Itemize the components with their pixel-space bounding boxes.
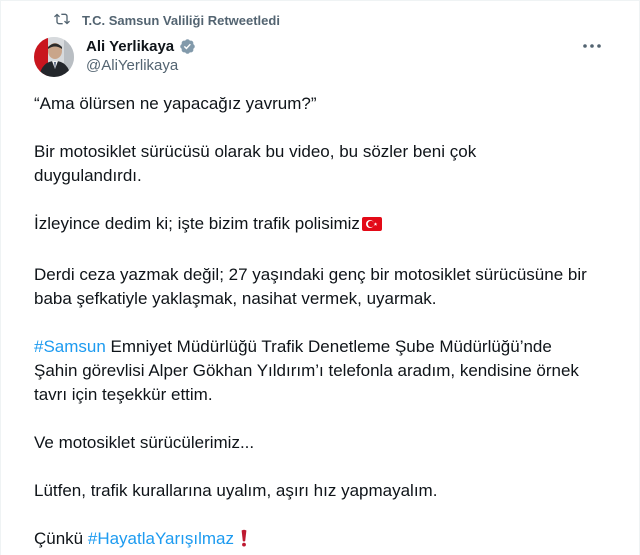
retweet-icon <box>54 11 70 30</box>
tweet-line: Derdi ceza yazmak değil; 27 yaşındaki ge… <box>34 265 587 284</box>
hashtag-samsun-link[interactable]: #Samsun <box>34 337 106 356</box>
tweet-line: Bir motosiklet sürücüsü olarak bu video,… <box>34 142 477 161</box>
tweet-line: Ve motosiklet sürücülerimiz... <box>34 433 255 452</box>
tweet-line: Şahin görevlisi Alper Gökhan Yıldırım’ı … <box>34 361 579 380</box>
turkey-flag-icon <box>361 215 382 239</box>
author-handle[interactable]: @AliYerlikaya <box>86 57 196 74</box>
tweet-line: Çünkü #HayatlaYarışılmaz <box>34 527 614 554</box>
red-exclamation-icon <box>240 529 248 554</box>
author-name[interactable]: Ali Yerlikaya <box>86 38 174 55</box>
more-options-button[interactable] <box>580 38 604 54</box>
tweet-line: Lütfen, trafik kurallarına uyalım, aşırı… <box>34 481 438 500</box>
retweet-context[interactable]: T.C. Samsun Valiliği Retweetledi <box>54 10 280 30</box>
author-block[interactable]: Ali Yerlikaya @AliYerlikaya <box>86 36 196 74</box>
more-icon <box>583 44 601 48</box>
tweet-line: baba şefkatiyle yaklaşmak, nasihat verme… <box>34 289 437 308</box>
tweet-line: duygulandırdı. <box>34 166 142 185</box>
tweet-line: #Samsun Emniyet Müdürlüğü Trafik Denetle… <box>34 335 614 359</box>
tweet-line-text: İzleyince dedim ki; işte bizim trafik po… <box>34 214 360 233</box>
top-border <box>0 0 640 1</box>
tweet-line: tavrı için teşekkür ettim. <box>34 385 213 404</box>
tweet-line-text: Emniyet Müdürlüğü Trafik Denetleme Şube … <box>105 337 552 356</box>
tweet-text: “Ama ölürsen ne yapacağız yavrum?” Bir m… <box>34 92 614 554</box>
tweet-line: “Ama ölürsen ne yapacağız yavrum?” <box>34 94 317 113</box>
avatar[interactable] <box>34 37 74 77</box>
retweet-label: T.C. Samsun Valiliği Retweetledi <box>82 12 280 28</box>
tweet-line: İzleyince dedim ki; işte bizim trafik po… <box>34 212 614 239</box>
hashtag-hayatlayarisilmaz-link[interactable]: #HayatlaYarışılmaz <box>88 529 234 548</box>
verified-badge-icon <box>179 38 196 55</box>
tweet-line-text: Çünkü <box>34 529 88 548</box>
left-border <box>0 0 1 555</box>
